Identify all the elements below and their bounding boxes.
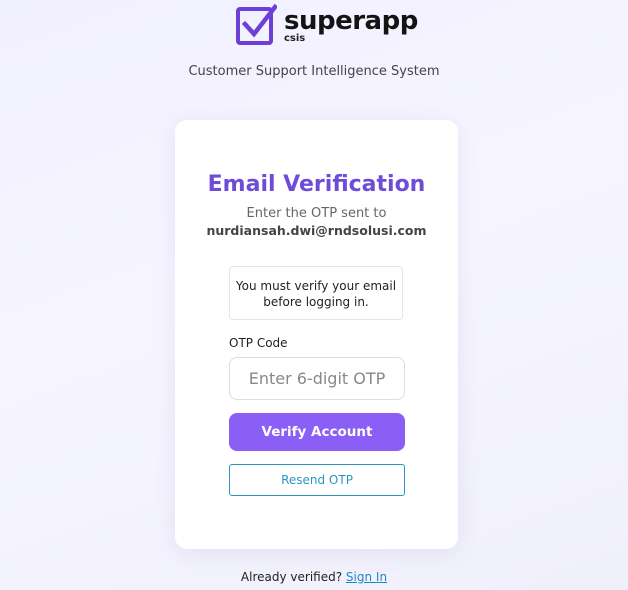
checkbox-check-icon [236,4,277,45]
otp-input[interactable] [229,357,405,400]
brand-subtitle: csis [284,33,306,44]
otp-label: OTP Code [229,336,288,350]
otp-email: nurdiansah.dwi@rndsolusi.com [206,223,427,238]
brand-logo: superapp csis [235,4,425,48]
otp-sent-text: Enter the OTP sent to [246,206,387,221]
notice-line-1: You must verify your email [235,279,397,293]
verification-notice: You must verify your email before loggin… [229,266,403,320]
page-title: Email Verification [207,172,426,197]
brand-name: superapp [284,6,418,36]
footer-prompt: Already verified? [240,570,343,584]
system-name: Customer Support Intelligence System [188,64,440,79]
sign-in-link[interactable]: Sign In [346,570,387,584]
resend-otp-button[interactable]: Resend OTP [229,464,405,496]
notice-line-2: before logging in. [263,295,369,309]
footer: Already verified? Sign In [0,569,628,585]
verify-account-button[interactable]: Verify Account [229,413,405,451]
